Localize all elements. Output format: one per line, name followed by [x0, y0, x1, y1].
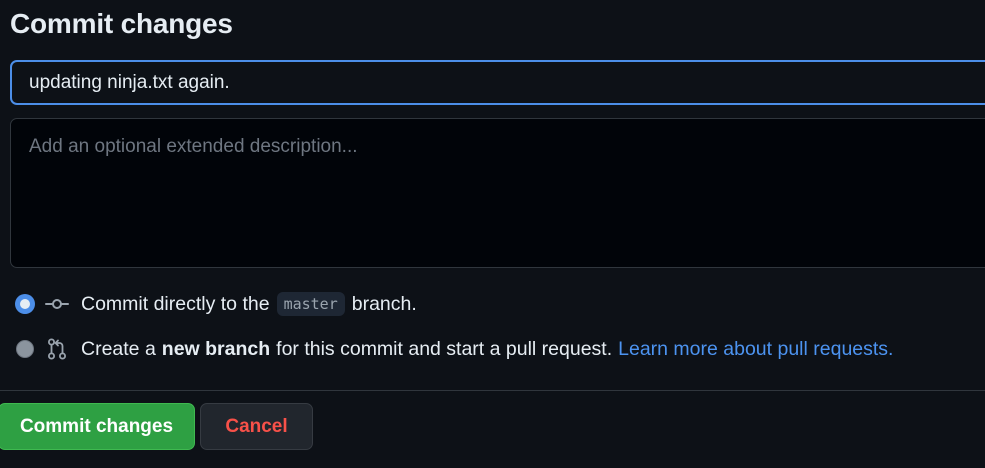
git-commit-icon: [45, 292, 69, 316]
create-branch-text: Create a: [81, 337, 156, 360]
commit-direct-radio[interactable]: [16, 295, 34, 313]
branch-name-badge: master: [276, 292, 345, 316]
commit-changes-button[interactable]: Commit changes: [0, 403, 195, 450]
cancel-button[interactable]: Cancel: [200, 403, 313, 450]
commit-description-textarea[interactable]: [10, 118, 985, 268]
divider: [0, 390, 985, 391]
create-branch-label: Create a new branch for this commit and …: [81, 338, 893, 361]
create-branch-option[interactable]: Create a new branch for this commit and …: [16, 337, 893, 361]
git-pull-request-icon: [45, 337, 69, 361]
new-branch-emphasis: new branch: [161, 337, 271, 360]
commit-direct-text: Commit directly to the: [81, 292, 270, 315]
create-branch-suffix: for this commit and start a pull request…: [276, 337, 613, 360]
commit-changes-form: Commit changes Commit directly to the ma…: [0, 0, 985, 468]
commit-direct-option[interactable]: Commit directly to the master branch.: [16, 292, 417, 316]
page-title: Commit changes: [10, 8, 233, 39]
commit-summary-input[interactable]: [10, 60, 985, 105]
commit-direct-suffix: branch.: [351, 292, 417, 315]
pull-requests-help-link[interactable]: Learn more about pull requests.: [618, 338, 893, 361]
create-branch-radio[interactable]: [16, 340, 34, 358]
commit-direct-label: Commit directly to the master branch.: [81, 292, 417, 316]
